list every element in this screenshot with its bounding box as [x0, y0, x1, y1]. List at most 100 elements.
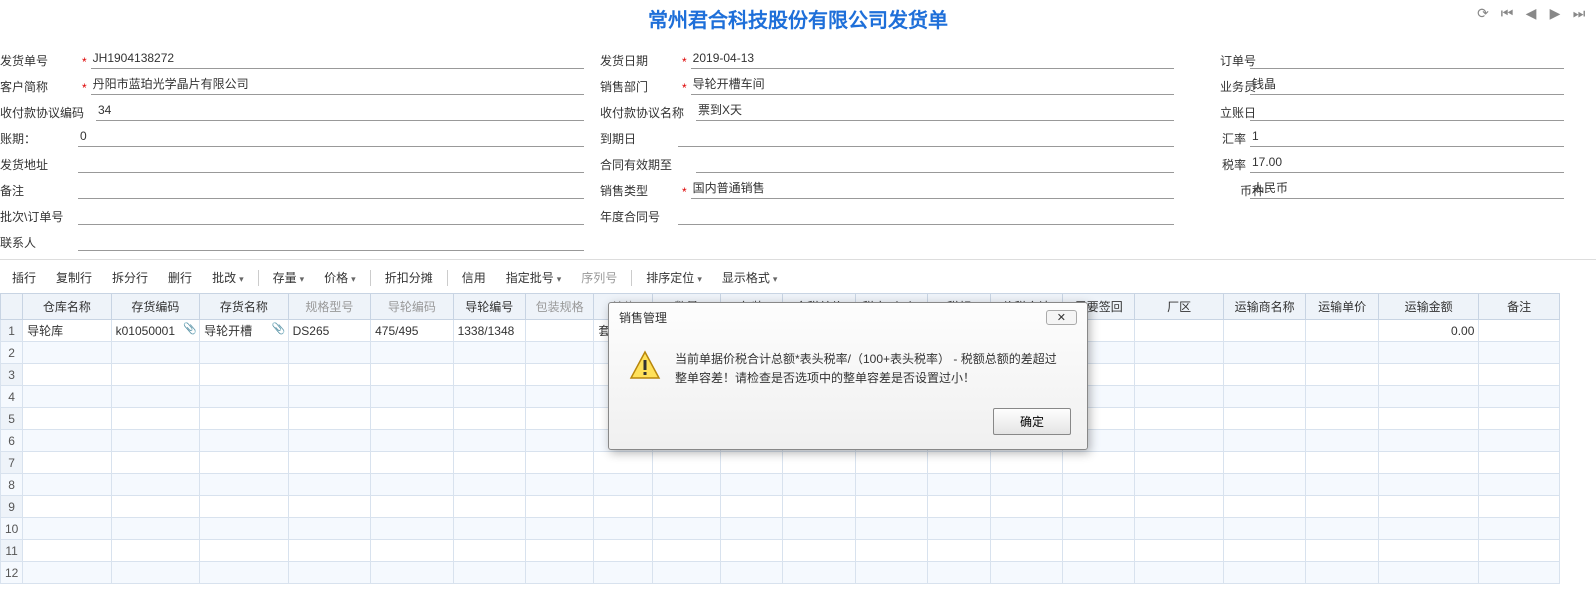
cell[interactable] — [1479, 320, 1560, 342]
cell[interactable] — [721, 540, 783, 562]
cell[interactable] — [200, 518, 289, 540]
cell[interactable] — [1135, 452, 1224, 474]
cell[interactable] — [111, 364, 200, 386]
cell[interactable] — [928, 474, 990, 496]
cell[interactable] — [288, 452, 370, 474]
cell[interactable] — [288, 540, 370, 562]
cell[interactable] — [1063, 562, 1135, 584]
first-icon[interactable]: ⏮ — [1498, 4, 1516, 22]
cell[interactable] — [855, 562, 927, 584]
cell[interactable] — [200, 562, 289, 584]
column-header[interactable]: 运输金额 — [1378, 294, 1479, 320]
next-icon[interactable]: ▶ — [1546, 4, 1564, 22]
cell[interactable] — [1479, 386, 1560, 408]
field-value[interactable] — [78, 233, 584, 251]
cell[interactable] — [1306, 408, 1378, 430]
row-number[interactable]: 2 — [1, 342, 23, 364]
row-number[interactable]: 5 — [1, 408, 23, 430]
cell[interactable] — [1223, 496, 1305, 518]
cell[interactable] — [1378, 474, 1479, 496]
cell[interactable] — [371, 540, 453, 562]
cell[interactable] — [1223, 408, 1305, 430]
toolbar-拆分行[interactable]: 拆分行 — [104, 266, 156, 289]
cell[interactable] — [1135, 540, 1224, 562]
cell[interactable] — [855, 518, 927, 540]
field-value[interactable]: 钱晶 — [1250, 75, 1564, 95]
cell[interactable] — [288, 342, 370, 364]
cell[interactable] — [652, 562, 720, 584]
field-value[interactable]: 导轮开槽车间 — [691, 75, 1174, 95]
field-value[interactable] — [78, 155, 584, 173]
cell[interactable] — [1479, 540, 1560, 562]
column-header[interactable]: 规格型号 — [288, 294, 370, 320]
field-value[interactable]: 2019-04-13 — [691, 51, 1174, 69]
cell[interactable] — [1306, 320, 1378, 342]
cell[interactable] — [525, 496, 593, 518]
cell[interactable] — [1223, 364, 1305, 386]
cell[interactable] — [1063, 452, 1135, 474]
cell[interactable] — [1479, 342, 1560, 364]
cell[interactable] — [990, 496, 1062, 518]
cell[interactable] — [200, 496, 289, 518]
cell[interactable] — [652, 496, 720, 518]
toolbar-价格[interactable]: 价格 — [316, 266, 364, 289]
cell[interactable] — [111, 540, 200, 562]
cell[interactable] — [855, 474, 927, 496]
column-header[interactable]: 存货名称 — [200, 294, 289, 320]
cell[interactable] — [111, 452, 200, 474]
cell[interactable] — [453, 562, 525, 584]
attachment-icon[interactable]: 📎 — [272, 322, 286, 335]
cell[interactable] — [200, 386, 289, 408]
cell[interactable] — [200, 430, 289, 452]
toolbar-显示格式[interactable]: 显示格式 — [714, 266, 786, 289]
cell[interactable] — [1223, 452, 1305, 474]
cell[interactable] — [594, 540, 652, 562]
cell[interactable] — [1479, 518, 1560, 540]
cell[interactable] — [525, 408, 593, 430]
dialog-close-button[interactable]: ✕ — [1046, 310, 1077, 325]
cell[interactable] — [783, 452, 855, 474]
attachment-icon[interactable]: 📎 — [183, 322, 197, 335]
cell[interactable] — [1223, 540, 1305, 562]
cell[interactable] — [594, 452, 652, 474]
cell[interactable] — [928, 496, 990, 518]
toolbar-复制行[interactable]: 复制行 — [48, 266, 100, 289]
column-header[interactable] — [1, 294, 23, 320]
cell[interactable] — [371, 386, 453, 408]
cell[interactable] — [928, 540, 990, 562]
cell[interactable] — [990, 562, 1062, 584]
cell[interactable] — [1063, 496, 1135, 518]
cell[interactable] — [200, 342, 289, 364]
table-row[interactable]: 10 — [1, 518, 1560, 540]
cell[interactable] — [23, 474, 112, 496]
cell[interactable] — [1306, 452, 1378, 474]
cell[interactable] — [1479, 562, 1560, 584]
cell[interactable] — [1479, 496, 1560, 518]
column-header[interactable]: 存货编码 — [111, 294, 200, 320]
cell[interactable] — [1378, 342, 1479, 364]
cell[interactable] — [288, 364, 370, 386]
cell[interactable] — [721, 562, 783, 584]
cell[interactable] — [288, 430, 370, 452]
cell[interactable] — [1378, 386, 1479, 408]
cell[interactable] — [594, 496, 652, 518]
cell[interactable] — [1135, 562, 1224, 584]
cell[interactable] — [371, 430, 453, 452]
table-row[interactable]: 7 — [1, 452, 1560, 474]
table-row[interactable]: 12 — [1, 562, 1560, 584]
cell[interactable] — [200, 452, 289, 474]
cell[interactable] — [1063, 518, 1135, 540]
prev-icon[interactable]: ◀ — [1522, 4, 1540, 22]
cell[interactable] — [990, 474, 1062, 496]
cell[interactable] — [453, 364, 525, 386]
cell[interactable] — [23, 386, 112, 408]
cell[interactable] — [783, 562, 855, 584]
row-number[interactable]: 4 — [1, 386, 23, 408]
cell[interactable] — [1306, 474, 1378, 496]
column-header[interactable]: 导轮编码 — [371, 294, 453, 320]
cell[interactable] — [1223, 386, 1305, 408]
toolbar-存量[interactable]: 存量 — [265, 266, 313, 289]
cell[interactable] — [1306, 342, 1378, 364]
cell[interactable] — [525, 562, 593, 584]
cell[interactable] — [525, 452, 593, 474]
